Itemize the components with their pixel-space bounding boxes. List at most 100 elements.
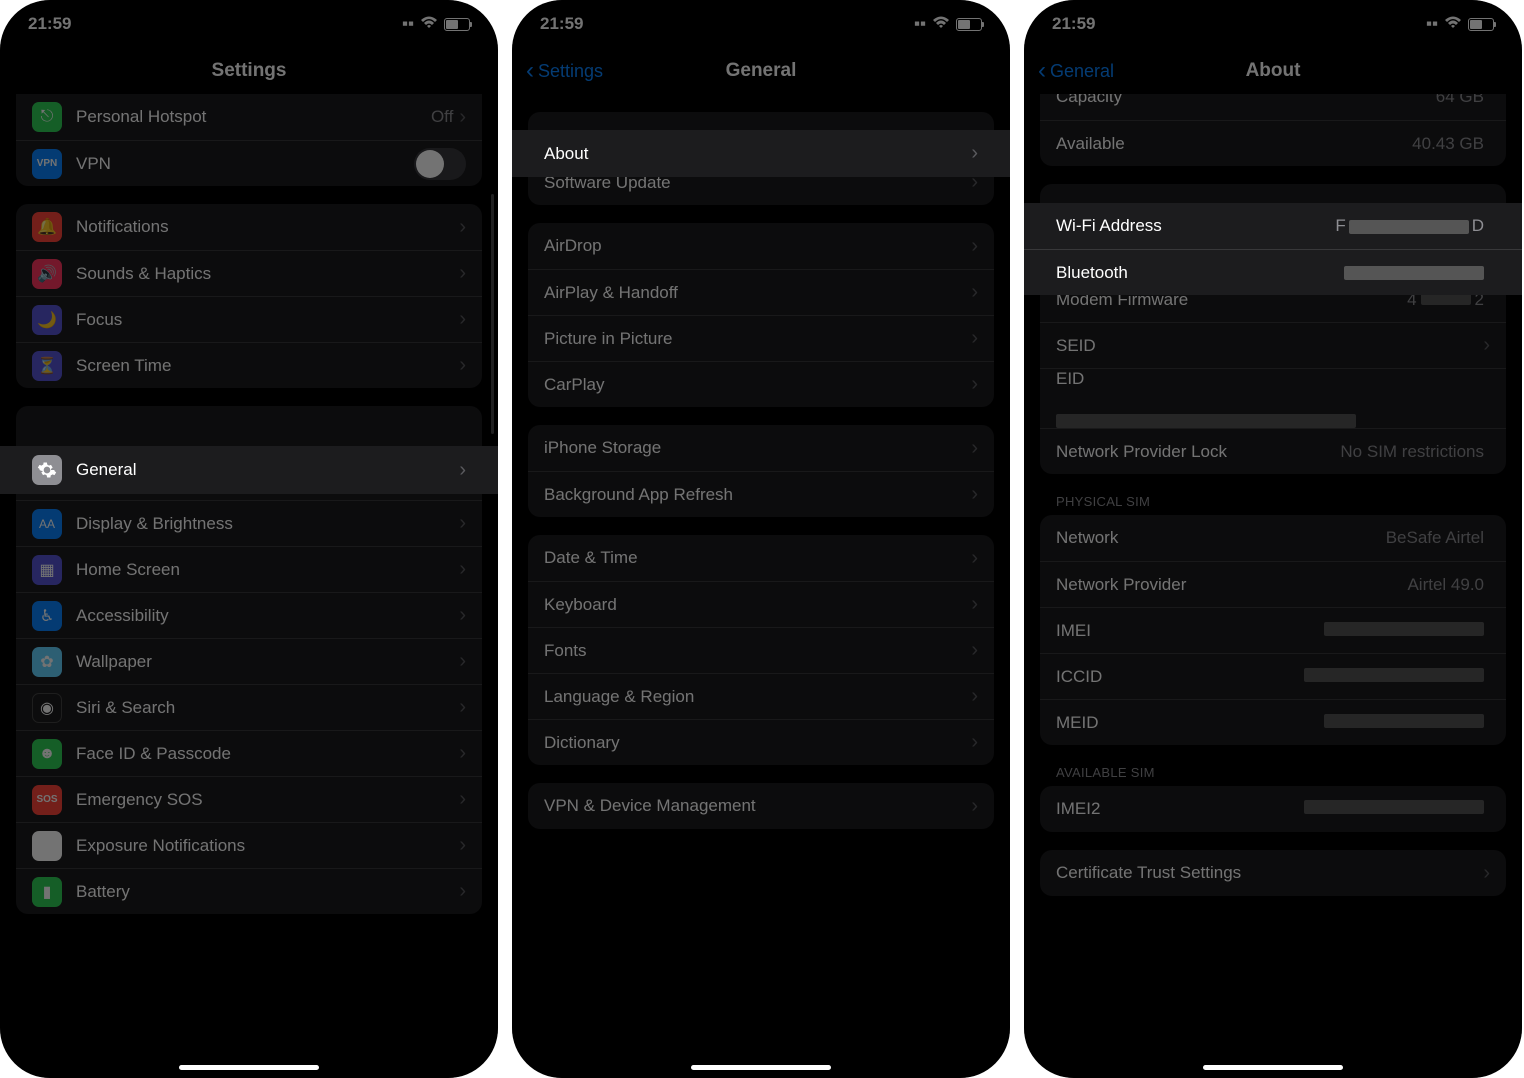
row-label: CarPlay	[544, 375, 971, 395]
row-sos[interactable]: SOS Emergency SOS ›	[16, 776, 482, 822]
row-about[interactable]: About ›	[512, 130, 1010, 177]
row-cert-trust[interactable]: Certificate Trust Settings ›	[1040, 850, 1506, 896]
row-notifications[interactable]: 🔔 Notifications ›	[16, 204, 482, 250]
chevron-right-icon: ›	[971, 639, 978, 662]
back-label: Settings	[538, 61, 603, 82]
row-vpn-mgmt[interactable]: VPN & Device Management ›	[528, 783, 994, 829]
status-icons: ▪▪	[402, 14, 470, 34]
status-time: 21:59	[540, 14, 583, 34]
row-provider[interactable]: Network Provider Airtel 49.0	[1040, 561, 1506, 607]
row-label: Network Provider Lock	[1056, 442, 1340, 462]
row-label: SEID	[1056, 336, 1483, 356]
row-airplay[interactable]: AirPlay & Handoff ›	[528, 269, 994, 315]
row-imei: IMEI	[1040, 607, 1506, 653]
row-faceid[interactable]: ☻ Face ID & Passcode ›	[16, 730, 482, 776]
chevron-left-icon: ‹	[526, 59, 534, 83]
wifi-icon	[932, 14, 950, 34]
row-label: General	[76, 460, 459, 480]
back-button[interactable]: ‹ General	[1038, 59, 1114, 83]
row-exposure[interactable]: ⊛ Exposure Notifications ›	[16, 822, 482, 868]
row-screentime[interactable]: ⏳ Screen Time ›	[16, 342, 482, 388]
home-indicator[interactable]	[691, 1065, 831, 1070]
row-battery[interactable]: ▮ Battery ›	[16, 868, 482, 914]
status-icons: ▪▪	[1426, 14, 1494, 34]
row-label: Background App Refresh	[544, 485, 971, 505]
row-dictionary[interactable]: Dictionary ›	[528, 719, 994, 765]
chevron-right-icon: ›	[459, 354, 466, 377]
row-label: About	[544, 144, 971, 164]
row-general[interactable]: General ›	[0, 446, 498, 494]
row-value: 64 GB	[1436, 94, 1484, 107]
home-indicator[interactable]	[179, 1065, 319, 1070]
status-time: 21:59	[1052, 14, 1095, 34]
back-button[interactable]: ‹ Settings	[526, 59, 603, 83]
row-focus[interactable]: 🌙 Focus ›	[16, 296, 482, 342]
accessibility-icon: ♿︎	[32, 601, 62, 631]
row-siri[interactable]: ◉ Siri & Search ›	[16, 684, 482, 730]
available-sim-header: Available SIM	[1024, 745, 1522, 786]
row-iccid: ICCID	[1040, 653, 1506, 699]
row-datetime[interactable]: Date & Time ›	[528, 535, 994, 581]
row-value: Off	[431, 107, 453, 127]
chevron-right-icon: ›	[971, 593, 978, 616]
row-label: AirDrop	[544, 236, 971, 256]
row-label: Bluetooth	[1056, 263, 1344, 283]
row-label: Wi-Fi Address	[1056, 216, 1335, 236]
row-sounds[interactable]: 🔊 Sounds & Haptics ›	[16, 250, 482, 296]
chevron-right-icon: ›	[971, 483, 978, 506]
row-label: Siri & Search	[76, 698, 459, 718]
row-fonts[interactable]: Fonts ›	[528, 627, 994, 673]
row-value: Airtel 49.0	[1407, 575, 1484, 595]
row-label: IMEI2	[1056, 799, 1304, 819]
row-label: Certificate Trust Settings	[1056, 863, 1483, 883]
row-wallpaper[interactable]: ✿ Wallpaper ›	[16, 638, 482, 684]
row-keyboard[interactable]: Keyboard ›	[528, 581, 994, 627]
chevron-right-icon: ›	[971, 281, 978, 304]
vpn-toggle[interactable]	[414, 148, 466, 180]
row-label: Accessibility	[76, 606, 459, 626]
home-indicator[interactable]	[1203, 1065, 1343, 1070]
row-vpn[interactable]: VPN VPN	[16, 140, 482, 186]
row-pip[interactable]: Picture in Picture ›	[528, 315, 994, 361]
row-storage[interactable]: iPhone Storage ›	[528, 425, 994, 471]
settings-list[interactable]: ⎋ Personal Hotspot Off › VPN VPN 🔔 Notif…	[0, 94, 498, 1078]
chevron-right-icon: ›	[459, 650, 466, 673]
row-label: Screen Time	[76, 356, 459, 376]
nav-header: Settings	[0, 48, 498, 94]
row-personal-hotspot[interactable]: ⎋ Personal Hotspot Off ›	[16, 94, 482, 140]
hourglass-icon: ⏳	[32, 351, 62, 381]
battery-row-icon: ▮	[32, 877, 62, 907]
row-refresh[interactable]: Background App Refresh ›	[528, 471, 994, 517]
row-label: VPN & Device Management	[544, 796, 971, 816]
general-list[interactable]: Software Update › AirDrop › AirPlay & Ha…	[512, 94, 1010, 1078]
text-icon: AA	[32, 509, 62, 539]
chevron-right-icon: ›	[459, 834, 466, 857]
row-display[interactable]: AA Display & Brightness ›	[16, 500, 482, 546]
row-seid[interactable]: SEID ›	[1040, 322, 1506, 368]
siri-icon: ◉	[32, 693, 62, 723]
cellular-icon: ▪▪	[1426, 14, 1438, 34]
row-label: ICCID	[1056, 667, 1304, 687]
row-label: Dictionary	[544, 733, 971, 753]
row-language[interactable]: Language & Region ›	[528, 673, 994, 719]
row-home-screen[interactable]: ▦ Home Screen ›	[16, 546, 482, 592]
chevron-right-icon: ›	[459, 308, 466, 331]
row-carplay[interactable]: CarPlay ›	[528, 361, 994, 407]
row-accessibility[interactable]: ♿︎ Accessibility ›	[16, 592, 482, 638]
vpn-icon: VPN	[32, 149, 62, 179]
chevron-right-icon: ›	[459, 558, 466, 581]
flower-icon: ✿	[32, 647, 62, 677]
row-value: No SIM restrictions	[1340, 442, 1484, 462]
status-bar: 21:59 ▪▪	[1024, 0, 1522, 48]
row-eid: EID	[1040, 368, 1506, 428]
scrollbar[interactable]	[491, 194, 494, 434]
nav-header: ‹ Settings General	[512, 48, 1010, 94]
page-title: About	[1246, 60, 1301, 82]
exposure-icon: ⊛	[32, 831, 62, 861]
row-wifi-address: Wi-Fi Address FD	[1024, 203, 1522, 249]
status-bar: 21:59 ▪▪	[512, 0, 1010, 48]
row-value: 40.43 GB	[1412, 134, 1484, 154]
bell-icon: 🔔	[32, 212, 62, 242]
row-airdrop[interactable]: AirDrop ›	[528, 223, 994, 269]
chevron-right-icon: ›	[459, 742, 466, 765]
